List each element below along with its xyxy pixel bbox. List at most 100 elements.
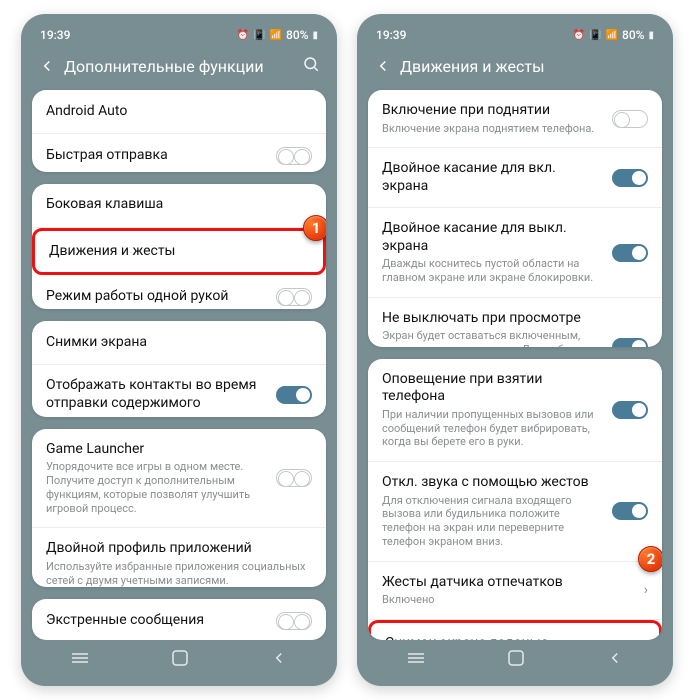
status-time: 19:39 xyxy=(376,28,406,42)
settings-row[interactable]: Отображать контакты во время отправки со… xyxy=(32,365,326,417)
alarm-icon: ⏰ xyxy=(237,30,249,41)
battery-icon: ▮ xyxy=(312,30,318,41)
row-text: Оповещение при взятии телефонаПри наличи… xyxy=(382,371,602,449)
toggle-switch[interactable] xyxy=(276,386,312,404)
nav-back-icon[interactable] xyxy=(270,649,288,667)
row-subtitle: Включение экрана поднятием телефона. xyxy=(382,122,602,136)
settings-row[interactable]: Быстрая отправка xyxy=(32,134,326,172)
status-right: ⏰ 📳 📶 80% ▮ xyxy=(237,28,318,42)
row-title: Двойной профиль приложений xyxy=(46,540,312,558)
step-badge: 2 xyxy=(638,546,662,572)
settings-row[interactable]: Включение при поднятииВключение экрана п… xyxy=(368,90,662,148)
settings-content: Android Auto Быстрая отправка Боковая клав… xyxy=(30,86,328,640)
settings-row[interactable]: Снимки экрана xyxy=(32,321,326,365)
nav-recents-icon[interactable] xyxy=(406,651,426,665)
nav-back-icon[interactable] xyxy=(606,649,624,667)
settings-row[interactable]: Откл. звука с помощью жестов Для отключен… xyxy=(368,462,662,562)
phone-right: 19:39 ⏰ 📳 📶 80% ▮ Движения и жесты Включ… xyxy=(357,14,673,686)
row-text: Game LauncherУпорядочите все игры в одно… xyxy=(46,441,266,516)
settings-row[interactable]: Оповещение при взятии телефонаПри наличи… xyxy=(368,359,662,462)
row-text: Двойной профиль приложений Используйте из… xyxy=(46,540,312,587)
app-bar: Дополнительные функции xyxy=(30,46,328,86)
settings-row[interactable]: Режим работы одной рукой xyxy=(32,275,326,309)
toggle-switch[interactable] xyxy=(612,110,648,128)
row-title: Game Launcher xyxy=(46,441,266,459)
status-right: ⏰ 📳 📶 80% ▮ xyxy=(573,28,654,42)
row-title: Движения и жесты xyxy=(49,243,309,261)
row-text: Включение при поднятииВключение экрана п… xyxy=(382,102,602,135)
row-title: Снимки экрана xyxy=(46,334,312,352)
row-title: Экстренные сообщения xyxy=(46,612,266,630)
signal-icon: 📶 xyxy=(606,30,618,41)
settings-row[interactable]: Двойное касание для вкл. экрана xyxy=(368,148,662,208)
row-subtitle: Дважды коснитесь пустой области на главн… xyxy=(382,257,602,285)
settings-card: Экстренные сообщения xyxy=(32,599,326,640)
row-title: Android Auto xyxy=(46,103,312,121)
row-title: Отображать контакты во время отправки со… xyxy=(46,377,266,412)
row-title: Жесты датчика отпечатков xyxy=(382,574,634,592)
settings-row[interactable]: Двойной профиль приложений Используйте из… xyxy=(32,528,326,587)
row-title: Боковая клавиша xyxy=(46,196,312,214)
row-title: Оповещение при взятии телефона xyxy=(382,371,602,406)
row-title: Быстрая отправка xyxy=(46,147,266,165)
nav-bar xyxy=(366,640,664,676)
toggle-switch[interactable] xyxy=(612,244,648,262)
nav-home-icon[interactable] xyxy=(171,649,189,667)
row-title: Не выключать при просмотре xyxy=(382,310,602,328)
row-text: Отображать контакты во время отправки со… xyxy=(46,377,266,412)
row-text: Экстренные сообщения xyxy=(46,612,266,630)
status-bar: 19:39 ⏰ 📳 📶 80% ▮ xyxy=(366,24,664,46)
settings-row[interactable]: Движения и жесты1 xyxy=(32,228,326,276)
settings-row[interactable]: Android Auto xyxy=(32,90,326,134)
settings-card: Снимки экрана Отображать контакты во врем… xyxy=(32,321,326,417)
row-title: Откл. звука с помощью жестов xyxy=(382,474,602,492)
search-icon[interactable] xyxy=(302,55,320,77)
nav-home-icon[interactable] xyxy=(507,649,525,667)
toggle-switch[interactable] xyxy=(612,401,648,419)
row-text: Боковая клавиша xyxy=(46,196,312,214)
settings-row[interactable]: Жесты датчика отпечатковВключено›2 xyxy=(368,562,662,620)
toggle-switch[interactable] xyxy=(612,169,648,187)
row-subtitle: Используйте избранные приложения социаль… xyxy=(46,560,312,587)
toggle-switch[interactable] xyxy=(276,612,312,630)
step-badge: 1 xyxy=(303,215,326,241)
page-title: Дополнительные функции xyxy=(64,57,294,76)
settings-row[interactable]: Game LauncherУпорядочите все игры в одно… xyxy=(32,429,326,529)
settings-content: Включение при поднятииВключение экрана п… xyxy=(366,86,664,640)
settings-row[interactable]: Снимок экрана ладоньюЧтобы сделать снимо… xyxy=(368,620,662,640)
settings-row[interactable]: Боковая клавиша xyxy=(32,184,326,228)
app-bar: Движения и жесты xyxy=(366,46,664,86)
settings-card: Боковая клавишаДвижения и жесты1Режим ра… xyxy=(32,184,326,310)
row-title: Двойное касание для выкл. экрана xyxy=(382,220,602,255)
toggle-switch[interactable] xyxy=(276,469,312,487)
row-subtitle: Для отключения сигнала входящего вызова … xyxy=(382,494,602,549)
toggle-switch[interactable] xyxy=(612,338,648,347)
vibrate-icon: 📳 xyxy=(253,30,265,41)
back-icon[interactable] xyxy=(374,57,392,75)
nav-bar xyxy=(30,640,328,676)
settings-row[interactable]: Двойное касание для выкл. экранаДважды к… xyxy=(368,208,662,298)
settings-row[interactable]: Экстренные сообщения xyxy=(32,599,326,640)
row-text: Android Auto xyxy=(46,103,312,121)
row-text: Движения и жесты xyxy=(49,243,309,261)
row-title: Режим работы одной рукой xyxy=(46,288,266,306)
row-title: Двойное касание для вкл. экрана xyxy=(382,160,602,195)
alarm-icon: ⏰ xyxy=(573,30,585,41)
back-icon[interactable] xyxy=(38,57,56,75)
toggle-switch[interactable] xyxy=(276,288,312,306)
toggle-switch[interactable] xyxy=(276,147,312,165)
nav-recents-icon[interactable] xyxy=(70,651,90,665)
row-text: Снимки экрана xyxy=(46,334,312,352)
page-title: Движения и жесты xyxy=(400,57,656,76)
chevron-right-icon: › xyxy=(644,582,648,598)
toggle-switch[interactable] xyxy=(612,502,648,520)
settings-row[interactable]: Не выключать при просмотреЭкран будет ос… xyxy=(368,298,662,347)
row-text: Не выключать при просмотреЭкран будет ос… xyxy=(382,310,602,347)
settings-card: Оповещение при взятии телефонаПри наличи… xyxy=(368,359,662,640)
row-text: Двойное касание для вкл. экрана xyxy=(382,160,602,195)
row-text: Откл. звука с помощью жестов Для отключен… xyxy=(382,474,602,549)
row-subtitle: Упорядочите все игры в одном месте. Полу… xyxy=(46,460,266,515)
settings-card: Включение при поднятииВключение экрана п… xyxy=(368,90,662,347)
row-text: Двойное касание для выкл. экранаДважды к… xyxy=(382,220,602,285)
status-battery: 80% xyxy=(286,28,308,42)
